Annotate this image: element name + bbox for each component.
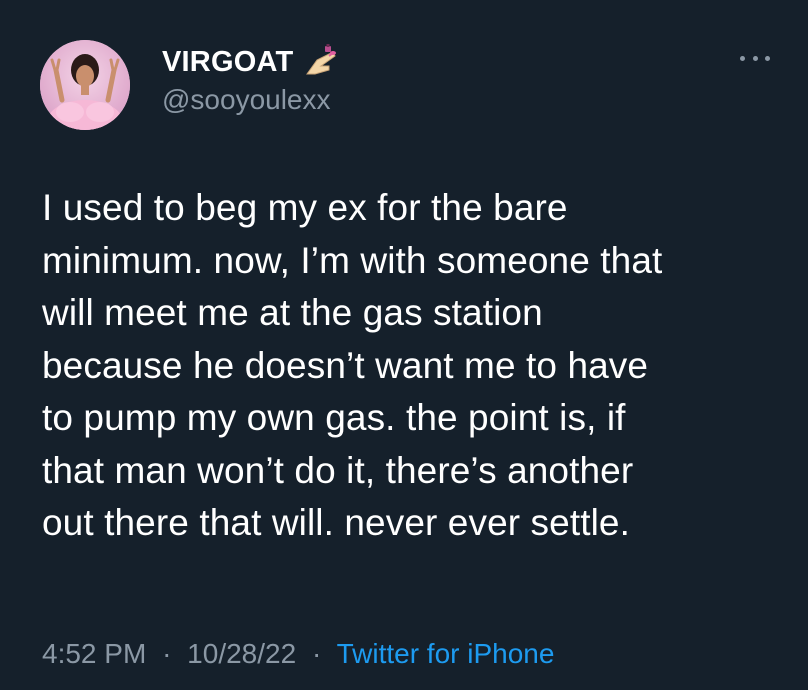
avatar-image (40, 40, 130, 130)
tweet-text-line: I used to beg my ex for the bare (42, 187, 568, 228)
tweet-text-line: that man won’t do it, there’s another (42, 449, 634, 491)
more-options-button[interactable] (740, 48, 770, 68)
display-name[interactable]: VIRGOAT (162, 46, 293, 79)
tweet-card: VIRGOAT @sooyoulexx I used to beg my ex … (0, 0, 808, 690)
avatar[interactable] (40, 40, 130, 130)
tweet-text-line: out there that will. never ever settle. (42, 502, 630, 543)
tweet-source-link[interactable]: Twitter for iPhone (337, 638, 555, 669)
tweet-meta: 4:52 PM · 10/28/22 · Twitter for iPhone (42, 638, 554, 670)
nail-polish-icon (306, 44, 337, 75)
tweet-text-line: will meet me at the gas station (42, 292, 543, 333)
tweet-text: I used to beg my ex for the bare minimum… (42, 182, 782, 550)
meta-separator: · (311, 638, 322, 669)
display-name-row[interactable]: VIRGOAT (162, 44, 339, 80)
more-dot-icon (752, 55, 758, 61)
tweet-text-line: minimum. now, I’m with someone that (42, 239, 663, 281)
tweet-text-line: because he doesn’t want me to have (42, 344, 649, 386)
tweet-date[interactable]: 10/28/22 (187, 638, 296, 669)
more-dot-icon (740, 55, 745, 61)
more-dot-icon (765, 55, 770, 61)
tweet-text-line: to pump my own gas. the point is, if (42, 397, 626, 438)
meta-separator: · (162, 638, 172, 669)
tweet-time[interactable]: 4:52 PM (42, 638, 146, 669)
user-handle[interactable]: @sooyoulexx (162, 84, 331, 116)
